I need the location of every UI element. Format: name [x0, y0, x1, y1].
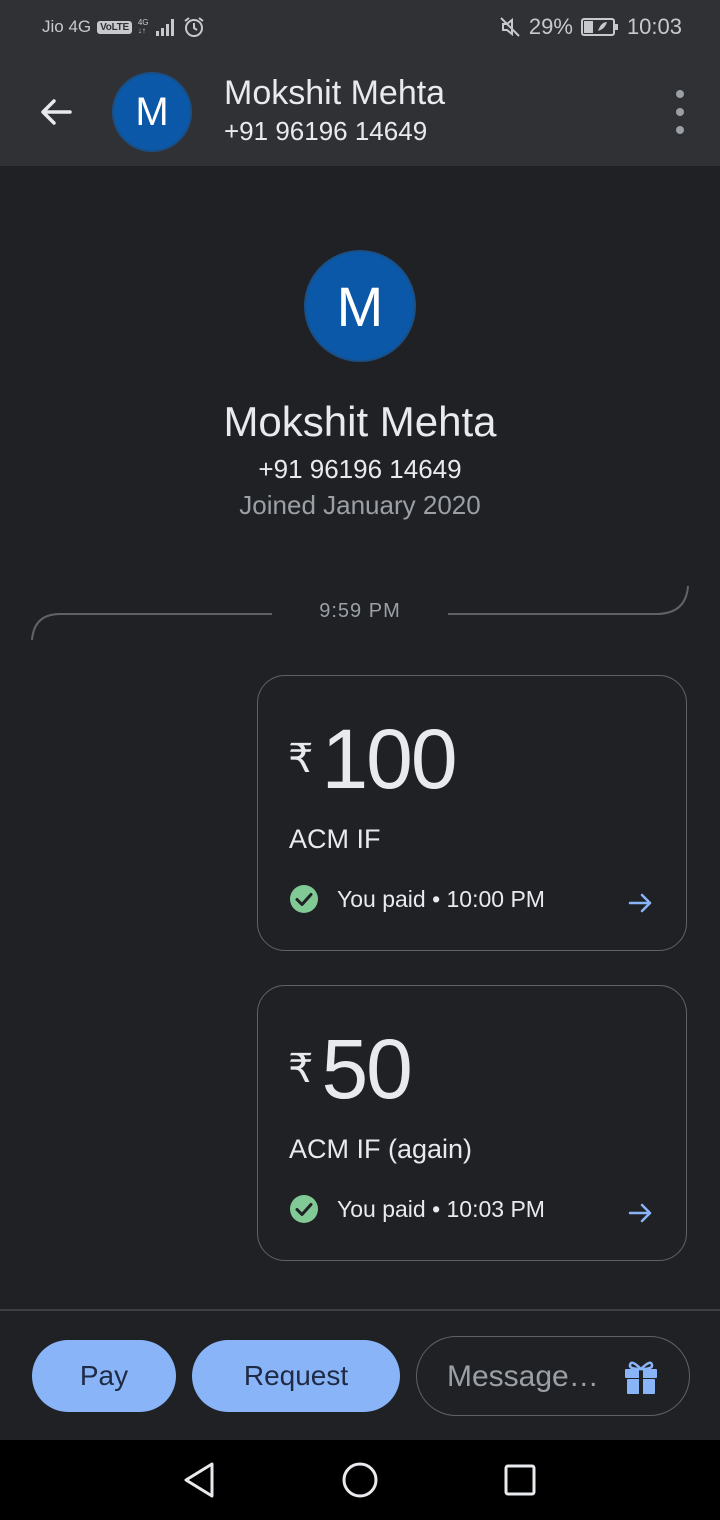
payment-note: ACM IF — [289, 824, 381, 854]
currency-symbol: ₹ — [288, 1047, 314, 1091]
amount-value: 50 — [321, 1022, 412, 1116]
battery-percent: 29% — [528, 14, 573, 39]
back-arrow-icon — [41, 99, 72, 125]
battery-icon — [580, 18, 618, 36]
payment-amount: ₹ 100 — [288, 712, 458, 806]
check-circle-icon — [290, 885, 318, 913]
more-options-button[interactable] — [672, 90, 688, 134]
status-left: Jio 4G VoLTE 4G ↓↑ — [42, 16, 205, 38]
volte-badge: VoLTE — [97, 20, 132, 34]
arrow-forward-icon[interactable] — [626, 1198, 656, 1228]
status-bar: Jio 4G VoLTE 4G ↓↑ 29% 10:03 — [0, 0, 720, 56]
payment-card[interactable]: ₹ 100 ACM IF You paid • 10:00 PM — [257, 675, 687, 951]
gift-icon[interactable] — [621, 1357, 661, 1397]
contact-name[interactable]: Mokshit Mehta — [224, 74, 445, 113]
payment-card[interactable]: ₹ 50 ACM IF (again) You paid • 10:03 PM — [257, 985, 687, 1261]
message-input[interactable] — [447, 1357, 617, 1397]
mute-icon — [500, 17, 520, 37]
profile-joined-date: Joined January 2020 — [239, 490, 481, 520]
nav-home-icon[interactable] — [340, 1460, 380, 1500]
bottom-divider — [0, 1309, 720, 1311]
nav-back-icon[interactable] — [180, 1460, 220, 1500]
nav-recents-icon[interactable] — [500, 1460, 540, 1500]
amount-value: 100 — [321, 712, 457, 806]
conversation-timestamp: 9:59 PM — [319, 600, 401, 622]
check-circle-icon — [290, 1195, 318, 1223]
back-button[interactable] — [32, 88, 80, 136]
payment-status-row: You paid • 10:03 PM — [289, 1194, 545, 1224]
payment-status: You paid • 10:00 PM — [337, 885, 545, 912]
app-bar: M Mokshit Mehta +91 96196 14649 — [0, 56, 720, 166]
navigation-bar — [0, 1440, 720, 1520]
avatar[interactable]: M — [112, 72, 192, 152]
clock: 10:03 — [626, 14, 682, 39]
pay-button[interactable]: Pay — [32, 1340, 176, 1412]
payment-note: ACM IF (again) — [289, 1134, 473, 1164]
request-button[interactable]: Request — [192, 1340, 400, 1412]
profile-avatar[interactable]: M — [304, 250, 416, 362]
contact-phone[interactable]: +91 96196 14649 — [224, 116, 427, 147]
profile-phone: +91 96196 14649 — [258, 454, 462, 484]
message-field[interactable] — [416, 1336, 690, 1416]
alarm-icon — [183, 17, 204, 37]
payment-status: You paid • 10:03 PM — [337, 1195, 545, 1222]
status-right: 29% 10:03 — [499, 14, 682, 40]
currency-symbol: ₹ — [288, 737, 314, 781]
arrow-forward-icon[interactable] — [626, 888, 656, 918]
payment-status-row: You paid • 10:00 PM — [289, 884, 545, 914]
profile-name: Mokshit Mehta — [223, 398, 497, 445]
network-type: 4G ↓↑ — [137, 18, 149, 35]
payment-amount: ₹ 50 — [288, 1022, 413, 1116]
signal-icon — [155, 19, 174, 36]
more-vert-icon — [676, 90, 684, 98]
carrier-label: Jio 4G — [42, 17, 92, 36]
